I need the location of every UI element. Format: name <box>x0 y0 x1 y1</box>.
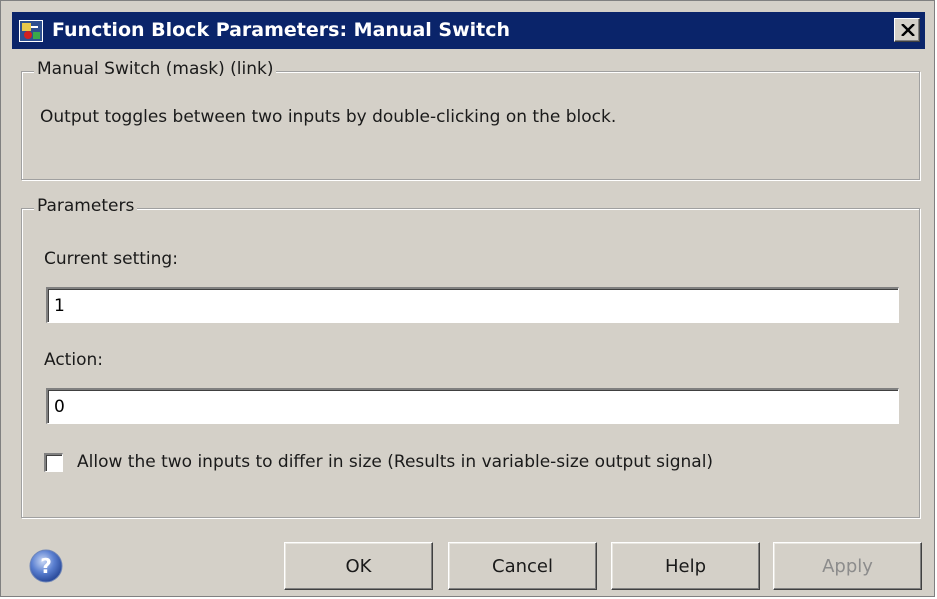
close-icon <box>901 24 915 36</box>
parameters-group: Parameters Current setting: Action: Allo… <box>21 196 920 518</box>
close-button[interactable] <box>894 18 920 42</box>
action-input[interactable] <box>46 388 899 424</box>
svg-text:?: ? <box>40 554 52 578</box>
dialog-window: Function Block Parameters: Manual Switch… <box>0 0 935 597</box>
block-description: Output toggles between two inputs by dou… <box>40 107 617 127</box>
parameters-group-legend: Parameters <box>34 196 138 216</box>
allow-differ-checkbox[interactable] <box>44 453 63 472</box>
cancel-button[interactable]: Cancel <box>448 542 597 590</box>
window-title: Function Block Parameters: Manual Switch <box>52 19 511 41</box>
apply-button[interactable]: Apply <box>773 542 922 590</box>
description-group-legend: Manual Switch (mask) (link) <box>34 59 277 79</box>
simulink-block-icon <box>19 20 43 42</box>
ok-button[interactable]: OK <box>284 542 433 590</box>
title-bar[interactable]: Function Block Parameters: Manual Switch <box>12 12 925 49</box>
action-label: Action: <box>44 350 103 370</box>
help-button[interactable]: Help <box>611 542 760 590</box>
current-setting-label: Current setting: <box>44 249 178 269</box>
help-question-icon[interactable]: ? <box>28 548 64 584</box>
allow-differ-label[interactable]: Allow the two inputs to differ in size (… <box>77 452 713 472</box>
description-group: Manual Switch (mask) (link) Output toggl… <box>21 59 920 180</box>
current-setting-input[interactable] <box>46 287 899 323</box>
